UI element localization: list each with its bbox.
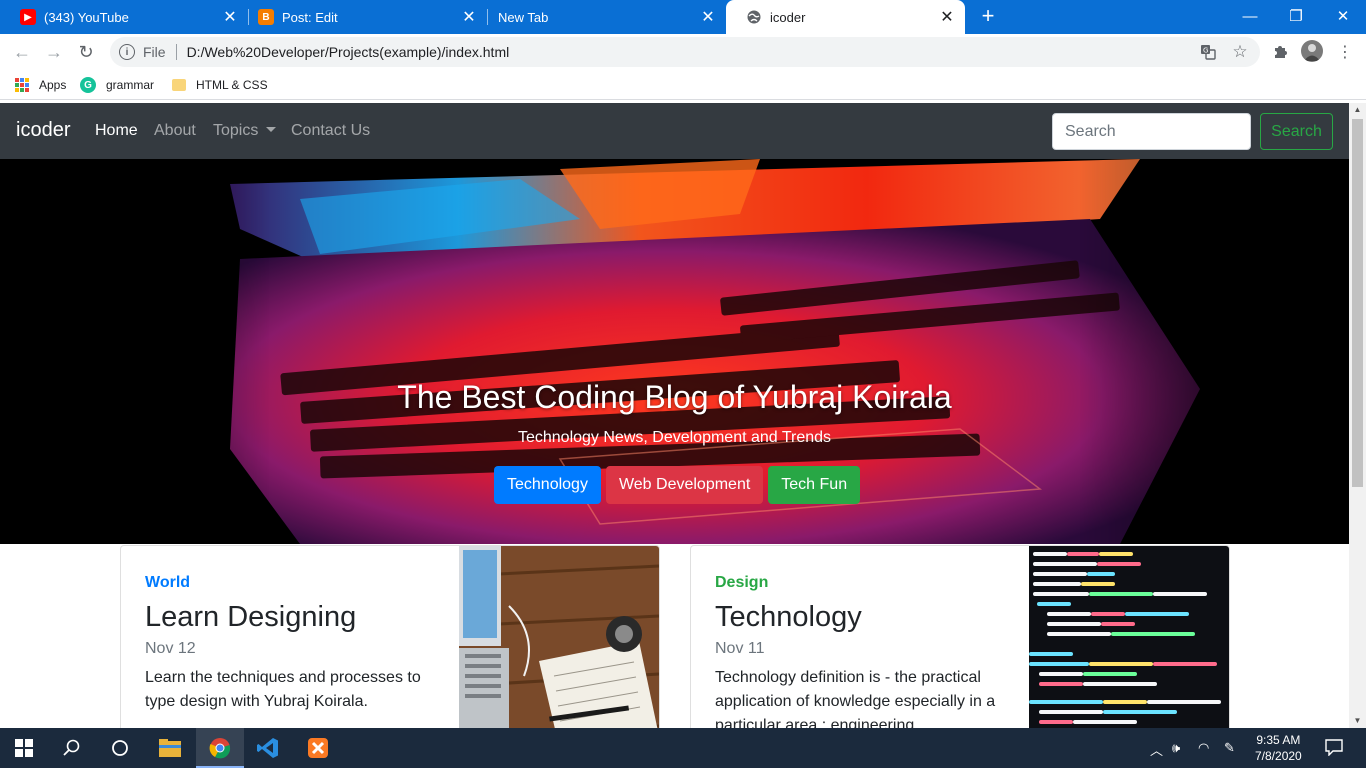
site-navbar: icoder Home About Topics Contact Us Sear… — [0, 103, 1349, 159]
card-text: Technology definition is - the practical… — [715, 669, 996, 728]
technology-button[interactable]: Technology — [494, 466, 601, 504]
hero-title: The Best Coding Blog of Yubraj Koirala — [397, 379, 952, 415]
web-development-button[interactable]: Web Development — [605, 466, 764, 504]
windows-start-icon[interactable] — [0, 728, 48, 768]
hero-subtitle: Technology News, Development and Trends — [517, 429, 832, 446]
notifications-icon[interactable] — [1325, 738, 1343, 759]
scrollbar-thumb[interactable] — [1352, 119, 1363, 487]
hero-carousel: The Best Coding Blog of Yubraj Koirala T… — [0, 159, 1349, 544]
tab-icoder[interactable]: icoder ✕ — [726, 0, 965, 34]
close-tab-icon[interactable]: ✕ — [222, 7, 238, 27]
tray-chevron-up-icon[interactable]: ︿ — [1150, 740, 1163, 759]
hero-button-group: Technology Web Development Tech Fun — [494, 466, 861, 504]
close-window-icon[interactable]: ✕ — [1320, 0, 1366, 32]
card-image-code — [1029, 546, 1229, 728]
nav-home[interactable]: Home — [95, 122, 138, 140]
chrome-icon[interactable] — [196, 728, 244, 768]
card-image-desk — [459, 546, 659, 728]
vscode-icon[interactable] — [244, 728, 292, 768]
bookmark-star-icon[interactable]: ☆ — [1230, 42, 1250, 62]
card-text: Learn the techniques and processes to ty… — [145, 669, 421, 710]
taskbar-clock[interactable]: 9:35 AM 7/8/2020 — [1255, 732, 1302, 764]
site-search-input[interactable] — [1052, 113, 1251, 150]
minimize-icon[interactable]: — — [1227, 0, 1273, 32]
pen-ink-icon[interactable]: ✎ — [1224, 740, 1235, 756]
nav-contact-us[interactable]: Contact Us — [291, 122, 370, 140]
menu-kebab-icon[interactable]: ⋮ — [1335, 42, 1355, 62]
post-card-world: World Learn Designing Nov 12 Learn the t… — [120, 545, 660, 728]
scroll-up-arrow-icon[interactable]: ▲ — [1349, 103, 1366, 117]
globe-icon — [746, 9, 762, 25]
restore-icon[interactable]: ❐ — [1273, 0, 1319, 32]
url-text[interactable]: D:/Web%20Developer/Projects(example)/ind… — [187, 44, 510, 60]
bookmark-html-css[interactable]: HTML & CSS — [172, 76, 268, 94]
site-search-button[interactable]: Search — [1260, 113, 1333, 150]
cortana-circle-icon[interactable] — [96, 728, 144, 768]
card-category[interactable]: World — [145, 574, 190, 592]
xampp-icon[interactable] — [294, 728, 342, 768]
close-tab-icon[interactable]: ✕ — [700, 7, 716, 27]
blogger-icon: B — [258, 9, 274, 25]
new-tab-plus-icon[interactable]: + — [976, 5, 1000, 29]
card-title: Learn Designing — [145, 601, 357, 633]
extensions-puzzle-icon[interactable] — [1270, 42, 1290, 62]
reload-icon[interactable]: ↻ — [74, 40, 98, 64]
card-date: Nov 12 — [145, 640, 196, 657]
windows-taskbar: ︿ 🕪 ◠ ✎ 9:35 AM 7/8/2020 — [0, 728, 1366, 768]
tab-post-edit[interactable]: B Post: Edit ✕ — [238, 0, 487, 34]
translate-icon[interactable]: G — [1198, 42, 1218, 62]
page-scrollbar[interactable]: ▲ ▼ — [1349, 103, 1366, 728]
file-explorer-icon[interactable] — [146, 728, 194, 768]
bookmark-grammar[interactable]: G grammar — [80, 76, 154, 94]
close-tab-icon[interactable]: ✕ — [939, 7, 955, 27]
nav-about[interactable]: About — [154, 122, 196, 140]
forward-arrow-icon[interactable]: → — [42, 40, 66, 64]
search-icon[interactable] — [48, 728, 96, 768]
apps-grid-icon — [15, 78, 29, 92]
post-card-design: Design Technology Nov 11 Technology defi… — [690, 545, 1230, 728]
browser-tab-strip: ▶ (343) YouTube ✕ B Post: Edit ✕ New Tab… — [0, 0, 1366, 34]
network-icon[interactable]: ◠ — [1198, 740, 1209, 756]
tech-fun-button[interactable]: Tech Fun — [768, 466, 861, 504]
profile-avatar[interactable] — [1301, 40, 1323, 62]
card-title: Technology — [715, 601, 862, 633]
info-icon[interactable]: i — [119, 44, 135, 60]
browser-toolbar: ← → ↻ i File D:/Web%20Developer/Projects… — [0, 34, 1366, 70]
page-viewport: icoder Home About Topics Contact Us Sear… — [0, 103, 1349, 728]
svg-text:G: G — [1203, 47, 1208, 55]
close-tab-icon[interactable]: ✕ — [461, 7, 477, 27]
dropdown-caret-icon — [266, 127, 277, 132]
card-category[interactable]: Design — [715, 574, 768, 592]
nav-topics-dropdown[interactable]: Topics — [213, 122, 277, 140]
tab-youtube[interactable]: ▶ (343) YouTube ✕ — [0, 0, 248, 34]
bookmarks-bar: Apps G grammar HTML & CSS — [0, 70, 1366, 100]
scroll-down-arrow-icon[interactable]: ▼ — [1349, 714, 1366, 728]
tab-new-tab[interactable]: New Tab ✕ — [478, 0, 726, 34]
card-date: Nov 11 — [715, 640, 765, 657]
address-bar[interactable]: i File D:/Web%20Developer/Projects(examp… — [110, 37, 1260, 67]
bookmark-apps[interactable]: Apps — [15, 76, 66, 94]
youtube-icon: ▶ — [20, 9, 36, 25]
omnibox-divider — [175, 44, 177, 60]
site-brand[interactable]: icoder — [16, 119, 70, 142]
volume-icon[interactable]: 🕪 — [1172, 740, 1180, 756]
grammarly-icon: G — [80, 77, 96, 93]
back-arrow-icon[interactable]: ← — [10, 40, 34, 64]
folder-icon — [172, 79, 186, 91]
